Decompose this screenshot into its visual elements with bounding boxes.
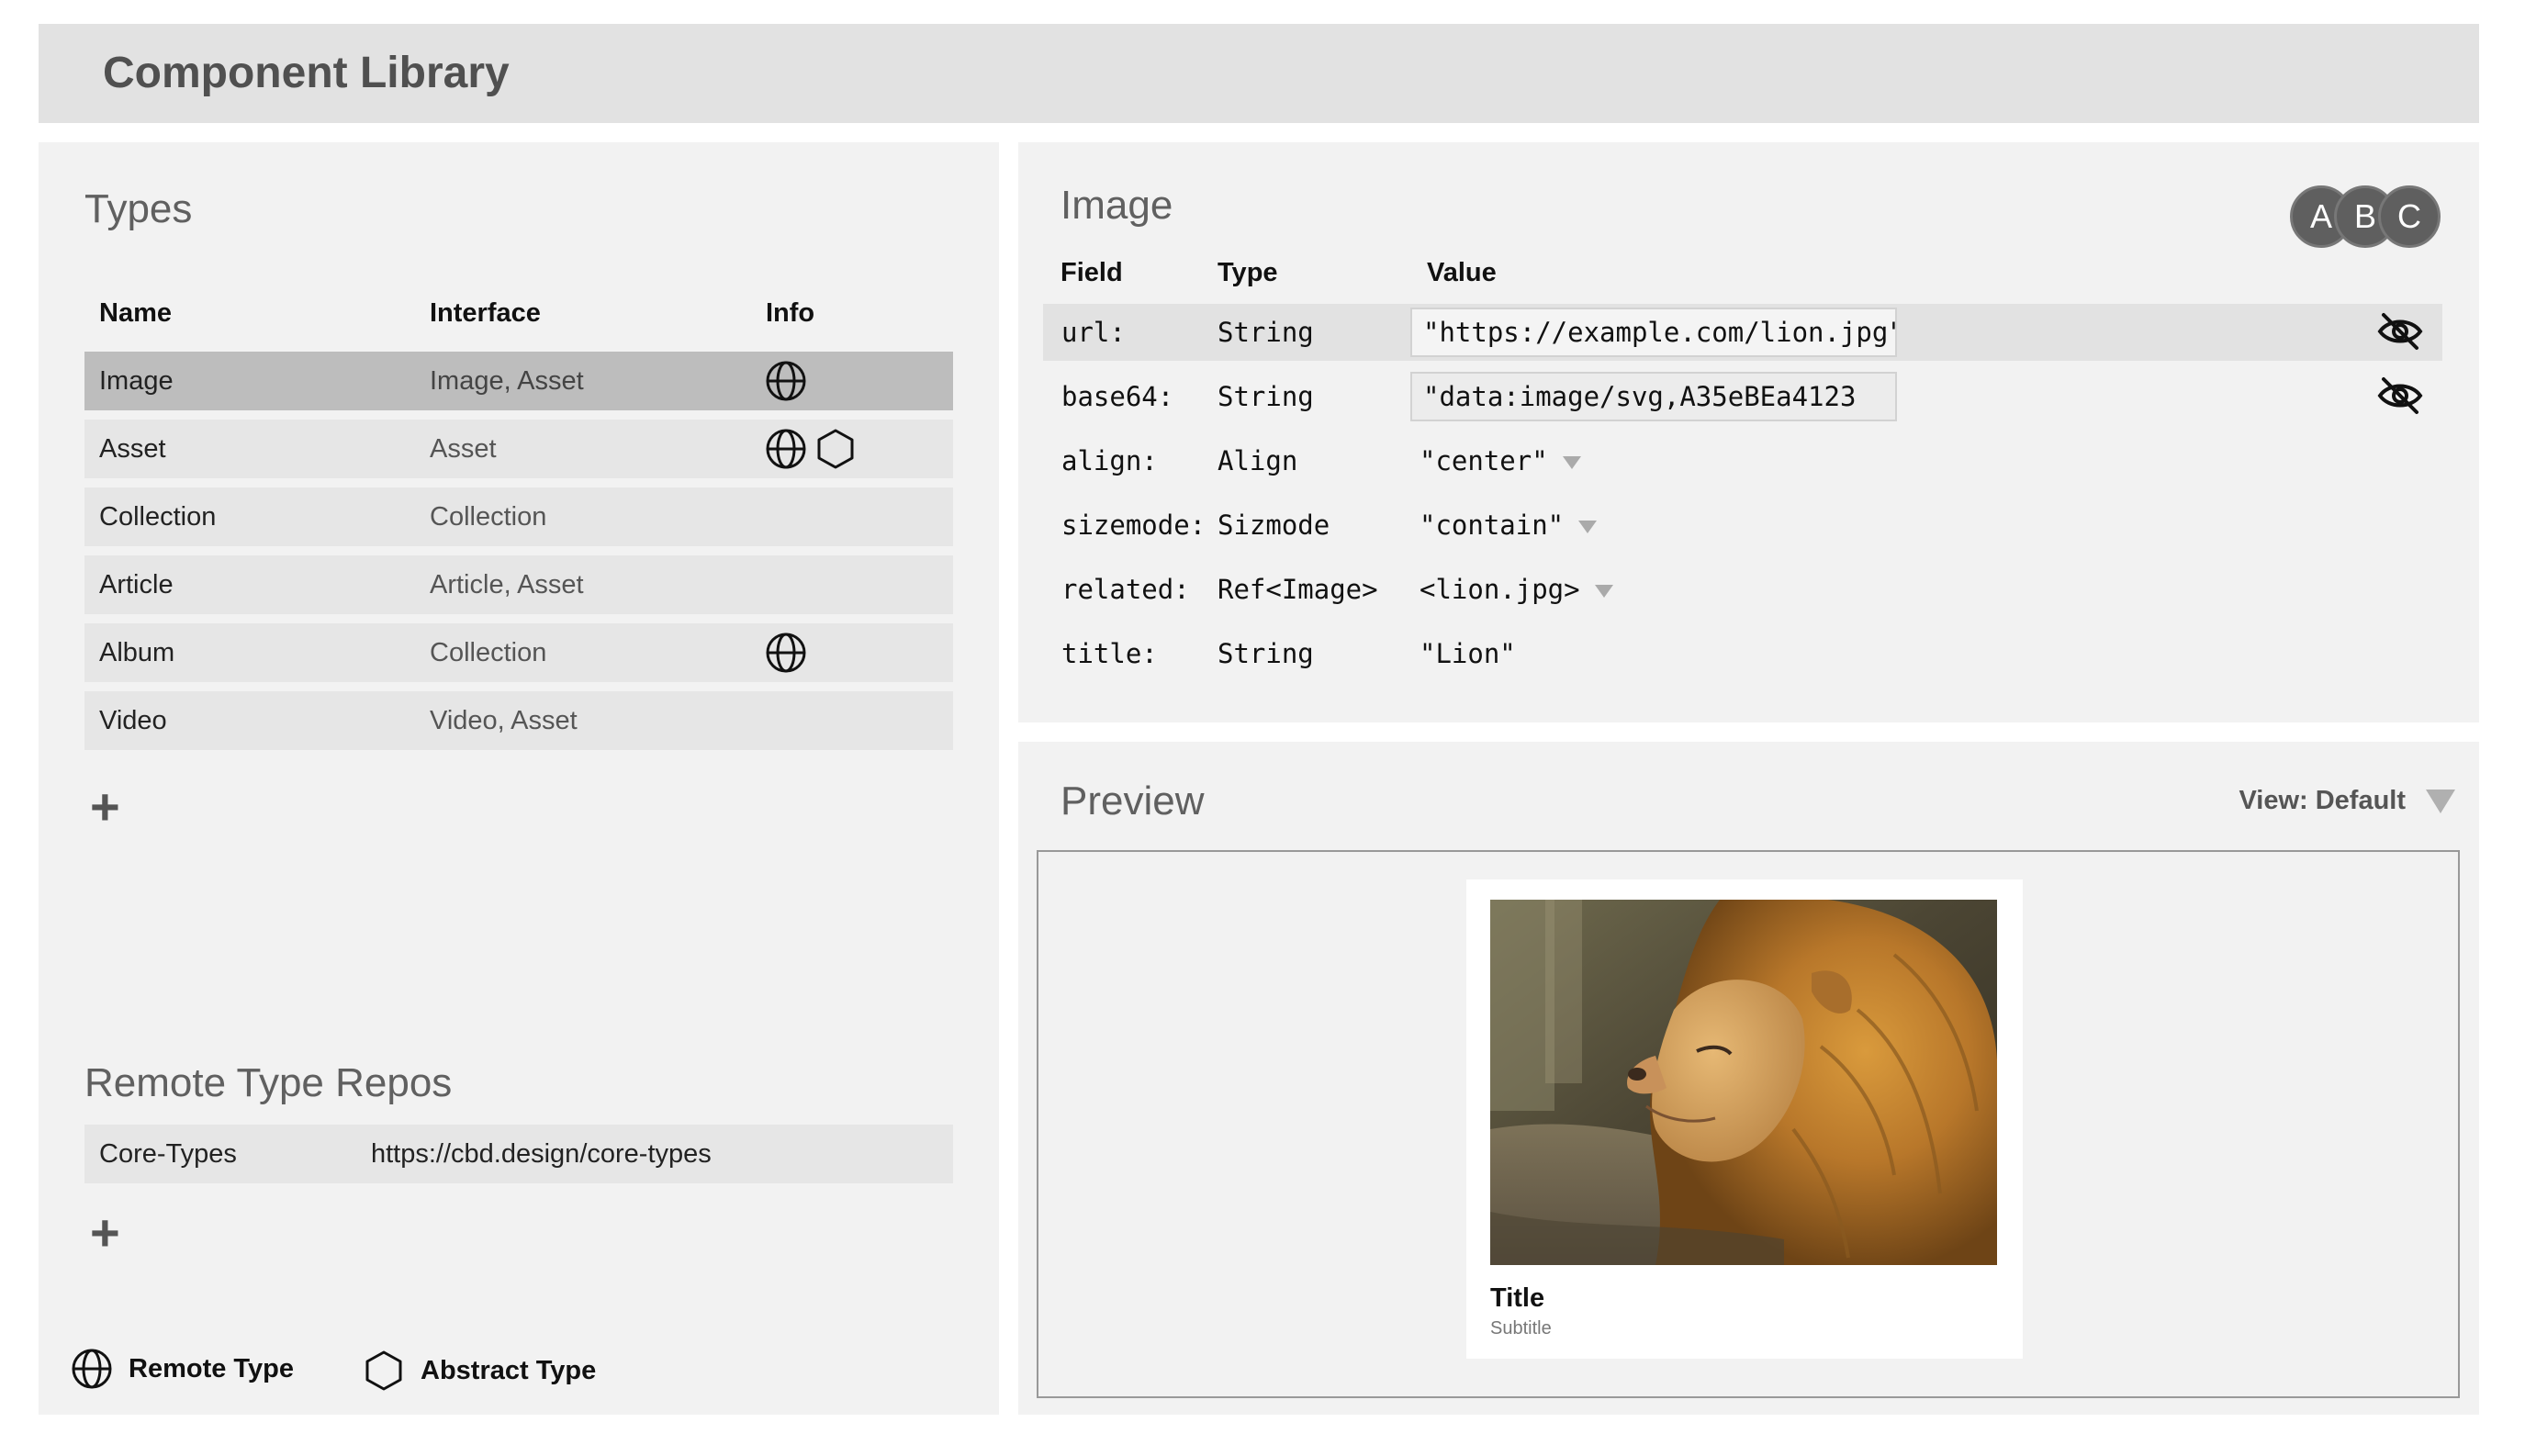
legend-remote-label: Remote Type (129, 1353, 294, 1383)
card-title: Title (1490, 1283, 1545, 1313)
add-repo-button[interactable]: + (90, 1207, 120, 1259)
field-value-select[interactable]: "center" (1420, 445, 1581, 476)
column-header-type: Type (1218, 258, 1278, 287)
repo-url[interactable]: https://cbd.design/core-types (371, 1139, 712, 1170)
field-type: String (1218, 381, 1314, 412)
type-name: Album (99, 638, 175, 667)
field-value-select[interactable]: <lion.jpg> (1420, 574, 1613, 605)
column-header-name: Name (99, 298, 172, 328)
legend-abstract: Abstract Type (362, 1349, 596, 1393)
type-row[interactable]: Album Collection (84, 623, 953, 682)
globe-icon (764, 631, 808, 675)
type-row[interactable]: Collection Collection (84, 487, 953, 546)
type-interface: Collection (430, 502, 547, 532)
eye-off-icon[interactable] (2376, 374, 2424, 418)
preview-panel: Preview View: Default Title Subtitle (1018, 742, 2479, 1415)
types-panel: Types Name Interface Info Image Image, As… (39, 142, 999, 1415)
column-header-info: Info (766, 298, 815, 328)
preview-card[interactable]: Title Subtitle (1466, 879, 2023, 1359)
field-value-select[interactable]: "contain" (1420, 510, 1598, 541)
collaborator-avatars: A B C (2290, 185, 2441, 248)
field-row: sizemode: Sizmode "contain" (1043, 497, 2442, 554)
field-type: Sizmode (1218, 510, 1330, 541)
type-interface: Video, Asset (430, 706, 578, 735)
field-row: title: String "Lion" (1043, 625, 2442, 682)
card-subtitle: Subtitle (1490, 1318, 1552, 1338)
legend-remote: Remote Type (70, 1347, 294, 1391)
field-value: "center" (1420, 445, 1548, 476)
preview-title: Preview (1060, 778, 1205, 823)
field-name: url: (1061, 317, 1126, 348)
repo-name: Core-Types (99, 1139, 237, 1169)
field-name: related: (1061, 574, 1190, 605)
globe-icon (764, 359, 808, 403)
legend-abstract-label: Abstract Type (421, 1355, 597, 1385)
column-header-field: Field (1060, 258, 1123, 287)
type-interface: Asset (430, 434, 497, 464)
field-name: title: (1061, 638, 1158, 669)
type-info-icons (764, 359, 808, 403)
hexagon-icon (362, 1349, 406, 1393)
field-row: align: Align "center" (1043, 432, 2442, 489)
type-row[interactable]: Image Image, Asset (84, 352, 953, 410)
repo-row[interactable]: Core-Types https://cbd.design/core-types (84, 1125, 953, 1183)
field-row: base64: String "data:image/svg,A35eBEa4123 (1043, 368, 2442, 425)
field-row: url: String "https://example.com/lion.jpg" (1043, 304, 2442, 361)
type-row[interactable]: Video Video, Asset (84, 691, 953, 750)
eye-off-icon[interactable] (2376, 309, 2424, 353)
app-header: Component Library (39, 24, 2479, 123)
field-value-input[interactable]: "https://example.com/lion.jpg" (1410, 308, 1897, 357)
detail-title: Image (1060, 183, 1173, 228)
type-name: Collection (99, 502, 217, 532)
type-info-icons (764, 427, 858, 471)
repos-title: Remote Type Repos (84, 1060, 453, 1105)
type-info-icons (764, 631, 808, 675)
field-name: align: (1061, 445, 1158, 476)
field-name: sizemode: (1061, 510, 1206, 541)
field-value[interactable]: "Lion" (1420, 638, 1516, 669)
type-row[interactable]: Article Article, Asset (84, 555, 953, 614)
chevron-down-icon (1578, 521, 1598, 533)
hexagon-icon (814, 427, 858, 471)
types-title: Types (84, 186, 193, 231)
app-title: Component Library (103, 49, 510, 97)
column-header-value: Value (1427, 258, 1497, 287)
column-header-interface: Interface (430, 298, 541, 328)
detail-panel: Image A B C Field Type Value url: String "… (1018, 142, 2479, 722)
field-row: related: Ref<Image> <lion.jpg> (1043, 561, 2442, 618)
type-interface: Image, Asset (430, 366, 584, 396)
field-type: String (1218, 638, 1314, 669)
field-type: String (1218, 317, 1314, 348)
type-name: Image (99, 366, 174, 396)
globe-icon (764, 427, 808, 471)
type-name: Video (99, 706, 167, 735)
field-value: <lion.jpg> (1420, 574, 1580, 605)
chevron-down-icon (1562, 456, 1581, 469)
globe-icon (70, 1347, 114, 1391)
add-type-button[interactable]: + (90, 781, 120, 833)
chevron-down-icon (1594, 585, 1613, 598)
avatar[interactable]: C (2378, 185, 2441, 248)
preview-frame: Title Subtitle (1037, 850, 2460, 1398)
view-select-label: View: Default (2239, 786, 2406, 815)
field-value-input[interactable]: "data:image/svg,A35eBEa4123 (1410, 372, 1897, 421)
type-name: Asset (99, 434, 166, 464)
type-interface: Article, Asset (430, 570, 584, 599)
type-interface: Collection (430, 638, 547, 667)
type-name: Article (99, 570, 174, 599)
field-type: Align (1218, 445, 1298, 476)
field-value: "contain" (1420, 510, 1565, 541)
field-name: base64: (1061, 381, 1174, 412)
field-type: Ref<Image> (1218, 574, 1378, 605)
type-row[interactable]: Asset Asset (84, 420, 953, 478)
chevron-down-icon (2426, 789, 2455, 813)
lion-image (1490, 900, 1997, 1265)
view-select[interactable]: View: Default (2239, 786, 2455, 816)
